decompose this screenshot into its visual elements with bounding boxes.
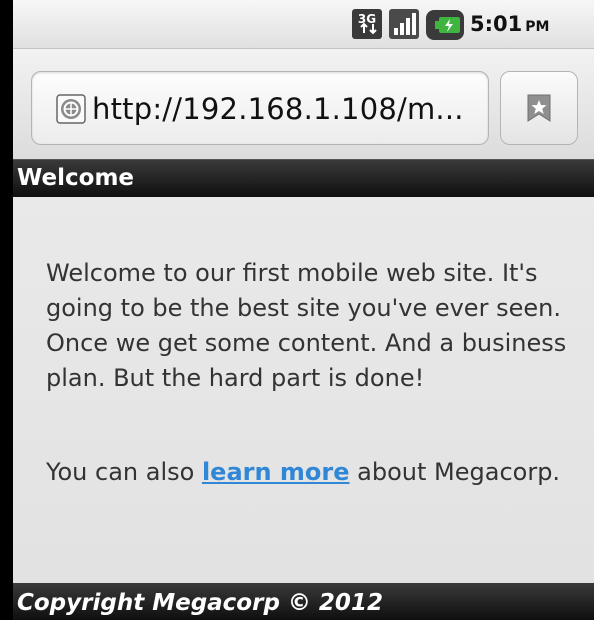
status-clock: 5:01 PM [470,8,549,40]
globe-icon [56,94,86,124]
bookmark-icon [527,94,551,122]
network-3g-icon: 3G [352,9,382,39]
learn-more-link[interactable]: learn more [202,458,350,486]
clock-time: 5:01 [470,12,523,36]
bookmark-button[interactable] [500,71,578,145]
url-text[interactable]: http://192.168.1.108/m... [92,89,464,129]
page-header-bar: Welcome [13,159,594,197]
device-frame: 3G 5:01 PM http://192.168.1.108/m... Wel… [0,0,594,620]
clock-ampm: PM [525,19,550,35]
phone-screen: 3G 5:01 PM http://192.168.1.108/m... Wel… [13,0,594,620]
url-field[interactable]: http://192.168.1.108/m... [31,71,489,145]
signal-strength-icon [389,9,419,39]
paragraph-text-after: about Megacorp. [349,458,561,486]
welcome-paragraph: Welcome to our first mobile web site. It… [46,259,567,392]
page-content: Welcome to our first mobile web site. It… [13,197,594,583]
page-footer: Copyright Megacorp © 2012 [13,583,594,620]
network-label: 3G [358,12,376,26]
learn-more-paragraph: You can also learn more about Megacorp. [46,455,586,490]
browser-url-bar: http://192.168.1.108/m... [13,49,594,159]
paragraph-text-before: You can also [46,458,202,486]
battery-charging-icon [426,10,464,40]
page-title: Welcome [17,165,135,191]
status-bar: 3G 5:01 PM [13,0,594,49]
copyright-text: Copyright Megacorp © 2012 [17,590,383,616]
